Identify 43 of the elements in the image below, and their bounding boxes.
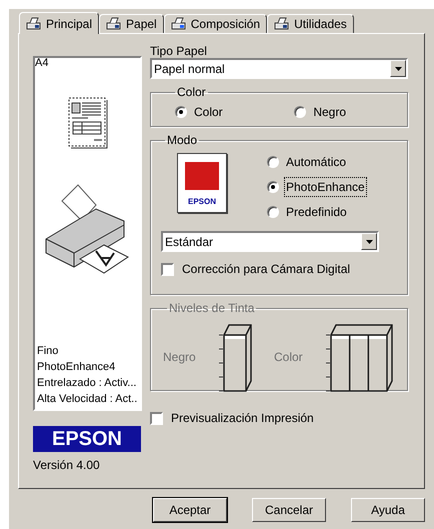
paper-type-dropdown[interactable]: Papel normal (150, 58, 408, 79)
ink-label: Negro (163, 349, 197, 366)
checkbox-label[interactable]: Corrección para Cámara Digital (182, 260, 350, 278)
radio-button[interactable] (267, 206, 279, 218)
photo-placeholder (185, 162, 219, 190)
checkbox[interactable] (150, 412, 163, 424)
printer-icon (26, 16, 42, 30)
radio-label[interactable]: Predefinido (285, 203, 348, 221)
document-icon (68, 97, 108, 149)
radio-button[interactable] (267, 156, 279, 168)
dialog-button[interactable]: Aceptar (153, 498, 227, 522)
ink-label: Color (274, 349, 304, 366)
tab[interactable]: Utilidades (267, 14, 354, 33)
printer-icon (170, 17, 187, 31)
radio-label[interactable]: Negro (312, 103, 347, 121)
group-title: Modo (166, 132, 198, 149)
brand-label: EPSON (188, 196, 216, 208)
printer-icon (274, 17, 290, 31)
radio-label[interactable]: Automático (285, 153, 348, 171)
setting-summary: Entrelazado : Activ... (37, 376, 138, 391)
dialog-button[interactable]: Cancelar (252, 498, 326, 522)
tab[interactable]: Papel (99, 14, 164, 33)
dialog-button[interactable]: Ayuda (351, 498, 425, 522)
group-title: Color (176, 84, 207, 101)
radio-button[interactable] (267, 181, 279, 193)
paper-size: A4 (35, 58, 50, 69)
setting-summary: Fino (37, 344, 60, 359)
printer-icon (106, 17, 122, 31)
paper-type-label: Tipo Papel (150, 44, 208, 58)
radio-button[interactable] (294, 106, 306, 118)
checkbox[interactable] (161, 262, 174, 276)
radio-button[interactable] (175, 106, 187, 118)
checkbox-label[interactable]: Previsualización Impresión (171, 409, 314, 427)
radio-label[interactable]: Color (193, 103, 224, 121)
tab[interactable]: Principal (19, 12, 100, 34)
tab[interactable]: Composición (164, 14, 268, 33)
setting-summary: Alta Velocidad : Act.. (37, 392, 138, 407)
version-label: Versión 4.00 (33, 457, 101, 474)
mode-preset-dropdown[interactable]: Estándar (161, 231, 379, 252)
group-title: Niveles de Tinta (168, 300, 256, 317)
epson-logo: EPSON (33, 426, 141, 452)
radio-label[interactable]: PhotoEnhance (285, 178, 366, 196)
setting-summary: PhotoEnhance4 (37, 360, 116, 375)
